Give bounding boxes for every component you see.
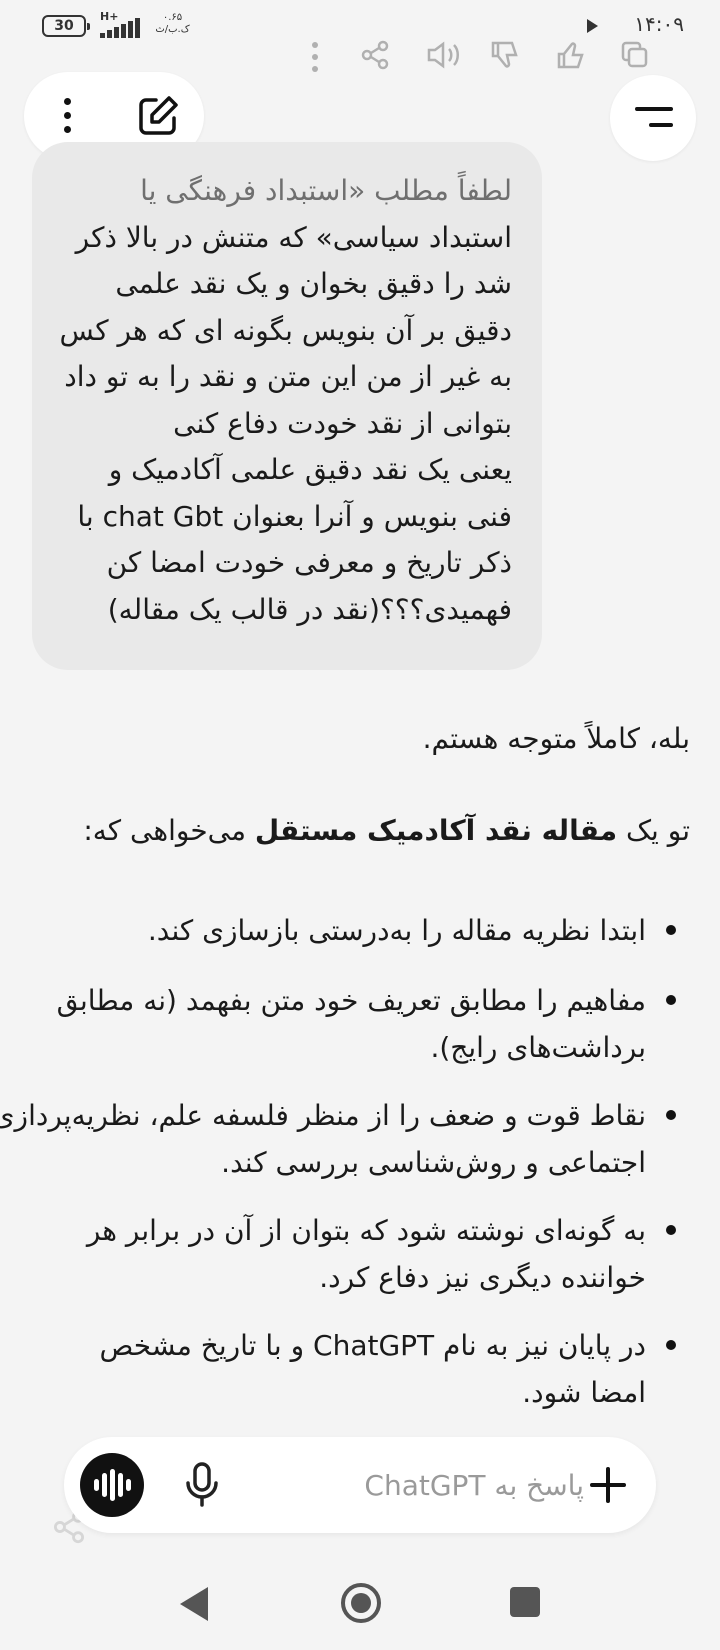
share-icon	[360, 40, 390, 74]
list-item: ابتدا نظریه مقاله را به‌درستی بازسازی کن…	[30, 907, 690, 954]
user-message-line: یعنی یک نقد دقیق علمی آکادمیک و	[108, 453, 512, 486]
assistant-request: تو یک مقاله نقد آکادمیک مستقل می‌خواهی ک…	[83, 814, 690, 847]
nav-home-icon[interactable]	[341, 1583, 381, 1623]
list-item: مفاهیم را مطابق تعریف خود متن بفهمد (نه …	[30, 977, 690, 1071]
menu-icon	[635, 105, 673, 131]
nav-recent-apps-icon[interactable]	[510, 1587, 540, 1617]
user-message-line: شد را دقیق بخوان و یک نقد علمی	[115, 267, 512, 300]
message-input[interactable]	[244, 1457, 584, 1513]
user-message-line: به غیر از من این متن و نقد را به تو داد	[64, 360, 512, 393]
status-clock: ۱۴:۰۹	[634, 12, 684, 36]
media-play-icon	[587, 19, 598, 33]
user-message-line: فنی بنویس و آنرا بعنوان chat Gbt با	[77, 499, 512, 533]
more-dots-icon	[310, 40, 320, 78]
thumbs-down-icon	[490, 40, 520, 74]
network-speed: ۰.۶۵ ک.ب/ث	[155, 12, 190, 35]
signal-icon	[100, 18, 148, 38]
new-chat-edit-icon[interactable]	[136, 94, 180, 138]
faded-message-actions	[310, 40, 690, 80]
list-item: نقاط قوت و ضعف را از منظر فلسفه علم، نظر…	[0, 1092, 690, 1186]
user-message-line: دقیق بر آن بنویس بگونه ای که هر کس	[59, 313, 512, 347]
copy-icon	[620, 40, 650, 74]
system-navigation-bar	[0, 1555, 720, 1650]
assistant-intro: بله، کاملاً متوجه هستم.	[422, 722, 690, 755]
user-message-text: لطفاً مطلب «استبداد فرهنگی یا استبداد سی…	[59, 168, 512, 633]
user-message-line: لطفاً مطلب «استبداد فرهنگی یا	[140, 174, 512, 207]
list-item: در پایان نیز به نام ChatGPT و با تاریخ م…	[30, 1322, 690, 1416]
nav-back-icon[interactable]	[180, 1587, 208, 1621]
list-item: به گونه‌ای نوشته شود که بتوان از آن در ب…	[30, 1207, 690, 1301]
battery-indicator: 30	[42, 15, 90, 37]
assistant-request-bold: مقاله نقد آکادمیک مستقل	[254, 814, 618, 847]
user-message-line: فهمیدی؟؟؟(نقد در قالب یک مقاله)	[107, 592, 512, 626]
thumbs-up-icon	[556, 40, 586, 74]
message-composer	[64, 1437, 656, 1533]
sidebar-menu-button[interactable]	[610, 75, 696, 161]
add-attachment-icon[interactable]	[588, 1465, 628, 1505]
more-options-icon[interactable]	[64, 98, 72, 134]
voice-mode-button[interactable]	[80, 1453, 144, 1517]
user-message-line: بتوانی از نقد خودت دفاع کنی	[173, 406, 512, 440]
microphone-icon[interactable]	[182, 1461, 222, 1509]
user-message-line: ذکر تاریخ و معرفی خودت امضا کن	[106, 546, 512, 579]
speaker-icon	[425, 40, 461, 74]
user-message-line: استبداد سیاسی» که متنش در بالا ذکر	[75, 220, 512, 254]
